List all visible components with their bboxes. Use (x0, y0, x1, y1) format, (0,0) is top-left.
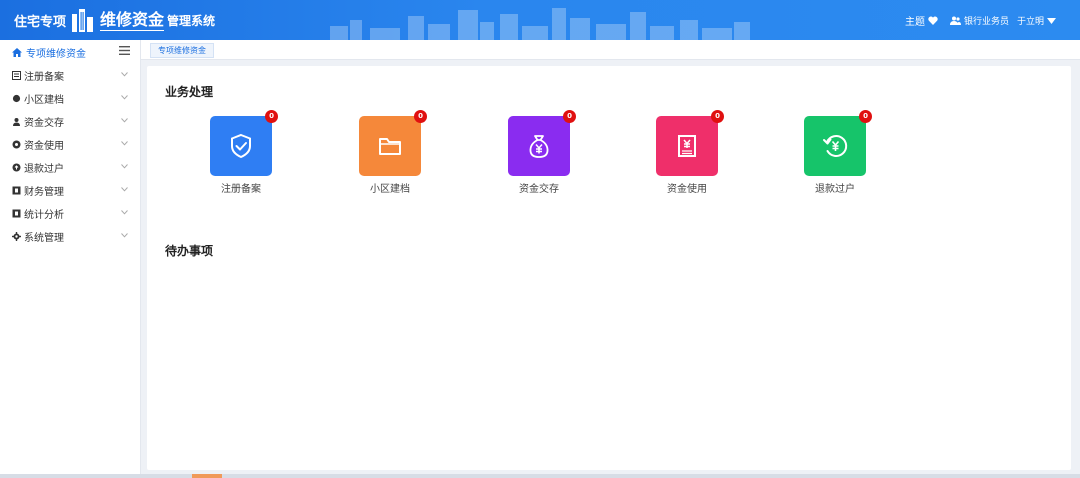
scrollbar-thumb[interactable] (192, 474, 222, 478)
sidebar-item-label: 统计分析 (24, 210, 64, 221)
role-label: 银行业务员 (963, 17, 1009, 27)
sidebar-item-label: 资金交存 (24, 118, 64, 129)
sidebar: 专项维修资金 注册备案 小区建档 资金交存 资金使用 退款过户 财务管理 统计分… (0, 40, 141, 478)
main-panel: 业务处理 0 注册备案 0 小区建档 0 资金交存 0 资金使用 0 退款过户 … (147, 66, 1071, 470)
theme-switcher[interactable]: 主题 (905, 13, 938, 28)
tile-icon-box: 0 (508, 110, 576, 176)
tile-label: 退款过户 (815, 184, 855, 195)
user-menu[interactable]: 于立明 (1017, 14, 1056, 27)
sidebar-item-refund[interactable]: 退款过户 (0, 156, 140, 179)
heart-icon (928, 16, 938, 25)
business-section-title: 业务处理 (165, 85, 214, 99)
count-badge: 0 (711, 110, 724, 123)
building-logo-icon (72, 9, 94, 32)
chevron-down-icon (121, 118, 128, 123)
tile-icon-box: 0 (210, 110, 278, 176)
shield-check-icon (231, 133, 251, 159)
header-user-area: 主题 银行业务员 于立明 (905, 13, 1056, 28)
tile-refund[interactable]: 0 退款过户 (785, 110, 885, 195)
chevron-down-icon (121, 210, 128, 215)
tile-deposit[interactable]: 0 资金交存 (489, 110, 589, 195)
sidebar-item-label: 退款过户 (24, 164, 64, 175)
users-icon (949, 16, 961, 25)
sidebar-item-system[interactable]: 系统管理 (0, 225, 140, 248)
tile-community[interactable]: 0 小区建档 (340, 110, 440, 195)
sidebar-item-finance[interactable]: 财务管理 (0, 179, 140, 202)
breadcrumb: 专项维修资金 (141, 40, 1080, 60)
money-bag-icon (529, 135, 549, 158)
tile-label: 注册备案 (221, 184, 261, 195)
tile-icon-box: 0 (359, 110, 427, 176)
deposit-icon (12, 117, 21, 126)
top-header: 住宅专项 维修资金 管理系统 主题 银行业务员 于立明 (0, 0, 1080, 40)
sidebar-item-usage[interactable]: 资金使用 (0, 133, 140, 156)
yuan-refund-icon (823, 135, 848, 157)
username: 于立明 (1016, 17, 1044, 27)
register-icon (12, 71, 21, 80)
sidebar-item-label: 财务管理 (24, 187, 64, 198)
tile-label: 小区建档 (370, 184, 410, 195)
chevron-down-icon (121, 164, 128, 169)
refund-icon (12, 163, 21, 172)
tile-register[interactable]: 0 注册备案 (191, 110, 291, 195)
sidebar-item-community[interactable]: 小区建档 (0, 87, 140, 110)
logo-subtitle: 管理系统 (167, 13, 216, 28)
logo-main-title: 维修资金 (100, 9, 165, 31)
count-badge: 0 (265, 110, 278, 123)
bottom-scrollbar[interactable] (0, 474, 1080, 478)
sidebar-home-label: 专项维修资金 (26, 48, 86, 60)
sidebar-item-label: 资金使用 (24, 141, 64, 152)
chevron-down-icon (121, 72, 128, 77)
home-icon (12, 47, 22, 57)
sidebar-item-deposit[interactable]: 资金交存 (0, 110, 140, 133)
tile-icon-box: 0 (804, 110, 872, 176)
city-skyline-decoration (330, 8, 750, 40)
logo-prefix: 住宅专项 (14, 14, 67, 30)
sidebar-item-label: 注册备案 (24, 72, 64, 83)
sidebar-item-register[interactable]: 注册备案 (0, 64, 140, 87)
todo-section-title: 待办事项 (165, 244, 214, 258)
app-logo[interactable]: 住宅专项 维修资金 管理系统 (14, 8, 215, 32)
tile-usage[interactable]: 0 资金使用 (637, 110, 737, 195)
count-badge: 0 (414, 110, 427, 123)
theme-label: 主题 (904, 17, 925, 28)
tile-label: 资金交存 (519, 184, 559, 195)
sidebar-home[interactable]: 专项维修资金 (0, 40, 140, 64)
stats-icon (12, 209, 21, 218)
count-badge: 0 (563, 110, 576, 123)
tile-label: 资金使用 (667, 184, 707, 195)
sidebar-item-label: 系统管理 (24, 233, 64, 244)
chevron-down-icon (121, 233, 128, 238)
chevron-down-icon (121, 141, 128, 146)
sidebar-item-label: 小区建档 (24, 95, 64, 106)
finance-icon (12, 186, 21, 195)
sidebar-item-stats[interactable]: 统计分析 (0, 202, 140, 225)
tile-icon-box: 0 (656, 110, 724, 176)
tab-special-maintenance-fund[interactable]: 专项维修资金 (150, 43, 214, 58)
chevron-down-icon (121, 95, 128, 100)
gear-icon (12, 232, 21, 241)
folder-icon (379, 138, 401, 155)
yuan-document-icon (678, 135, 696, 157)
menu-toggle-icon[interactable] (119, 46, 130, 55)
count-badge: 0 (859, 110, 872, 123)
user-role: 银行业务员 (949, 14, 1009, 27)
usage-icon (12, 140, 21, 149)
chevron-down-icon (121, 187, 128, 192)
caret-down-icon (1047, 17, 1056, 24)
community-icon (12, 94, 21, 103)
